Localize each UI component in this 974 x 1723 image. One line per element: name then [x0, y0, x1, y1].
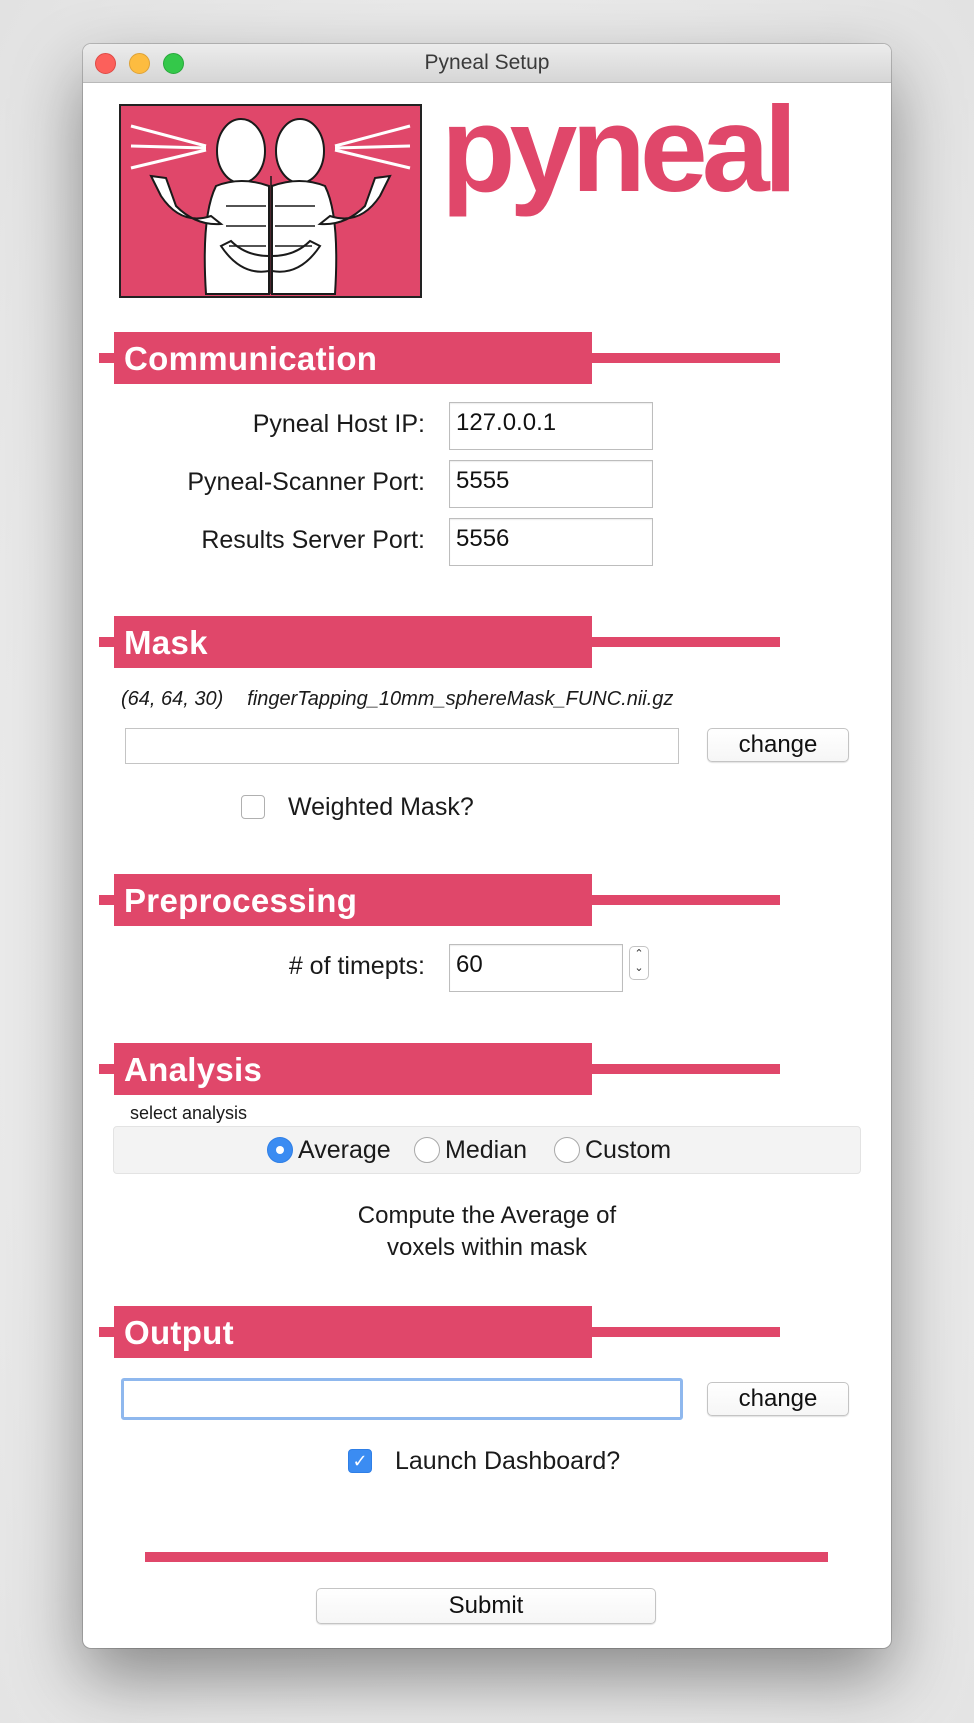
output-path-input[interactable]	[121, 1378, 683, 1420]
mask-filename: fingerTapping_10mm_sphereMask_FUNC.nii.g…	[247, 688, 674, 710]
timepts-label: # of timepts:	[288, 952, 425, 980]
analysis-section-header: Analysis	[99, 1043, 799, 1095]
radio-average[interactable]	[267, 1137, 293, 1163]
analysis-radio-group: Average Median Custom	[113, 1126, 861, 1174]
preprocessing-header-label: Preprocessing	[124, 882, 358, 919]
communication-header-label: Communication	[124, 340, 378, 377]
select-analysis-label: select analysis	[130, 1103, 248, 1123]
header-bar-right	[592, 637, 780, 647]
weighted-mask-checkbox[interactable]	[241, 795, 265, 819]
timepts-stepper[interactable]: ⌃ ⌄	[629, 946, 649, 980]
results-port-label: Results Server Port:	[201, 526, 425, 554]
mask-header-label: Mask	[124, 624, 208, 661]
host-ip-input[interactable]: 127.0.0.1	[449, 402, 653, 450]
radio-custom-label[interactable]: Custom	[585, 1136, 671, 1165]
host-ip-label: Pyneal Host IP:	[252, 410, 425, 438]
scanner-port-label: Pyneal-Scanner Port:	[187, 468, 425, 496]
setup-window: Pyneal Setup pyneal Communication Pyneal…	[83, 44, 891, 1648]
output-header-label: Output	[124, 1314, 234, 1351]
submit-button[interactable]: Submit	[316, 1588, 656, 1624]
radio-median[interactable]	[414, 1137, 440, 1163]
communication-section-header: Communication	[99, 332, 799, 384]
header-bar-right	[592, 895, 780, 905]
desktop-background: Pyneal Setup pyneal Communication Pyneal…	[0, 0, 974, 1723]
stepper-up-icon[interactable]: ⌃	[630, 947, 648, 961]
mask-dims: (64, 64, 30)	[121, 688, 224, 710]
stepper-down-icon[interactable]: ⌄	[630, 961, 648, 975]
header-bar-right	[592, 1064, 780, 1074]
analysis-description-line2: voxels within mask	[386, 1234, 588, 1261]
output-section-header: Output	[99, 1306, 799, 1358]
analysis-description: Compute the Average of voxels within mas…	[83, 1200, 891, 1264]
title-bar[interactable]: Pyneal Setup	[83, 44, 891, 83]
analysis-header-label: Analysis	[124, 1051, 263, 1088]
mask-info: (64, 64, 30) fingerTapping_10mm_sphereMas…	[121, 688, 673, 711]
radio-custom[interactable]	[554, 1137, 580, 1163]
bottom-divider	[145, 1552, 828, 1562]
timepts-input[interactable]: 60	[449, 944, 623, 992]
pyneal-logo-image	[119, 104, 422, 298]
window-title: Pyneal Setup	[424, 51, 550, 74]
launch-dashboard-checkbox[interactable]: ✓	[348, 1449, 372, 1473]
preprocessing-section-header: Preprocessing	[99, 874, 799, 926]
header-bar-right	[592, 1327, 780, 1337]
radio-average-label[interactable]: Average	[298, 1136, 391, 1165]
checkmark-icon: ✓	[352, 1451, 368, 1471]
scanner-port-input[interactable]: 5555	[449, 460, 653, 508]
header-bar-right	[592, 353, 780, 363]
radio-median-label[interactable]: Median	[445, 1136, 527, 1165]
mask-section-header: Mask	[99, 616, 799, 668]
results-port-input[interactable]: 5556	[449, 518, 653, 566]
analysis-description-line1: Compute the Average of	[357, 1202, 617, 1229]
launch-dashboard-label: Launch Dashboard?	[395, 1447, 621, 1475]
mask-change-button[interactable]: change	[707, 728, 849, 762]
output-change-button[interactable]: change	[707, 1382, 849, 1416]
weighted-mask-label: Weighted Mask?	[288, 793, 474, 821]
mask-path-input[interactable]	[125, 728, 679, 764]
pyneal-wordmark: pyneal	[441, 81, 797, 217]
mirrored-figures-illustration	[121, 106, 420, 296]
